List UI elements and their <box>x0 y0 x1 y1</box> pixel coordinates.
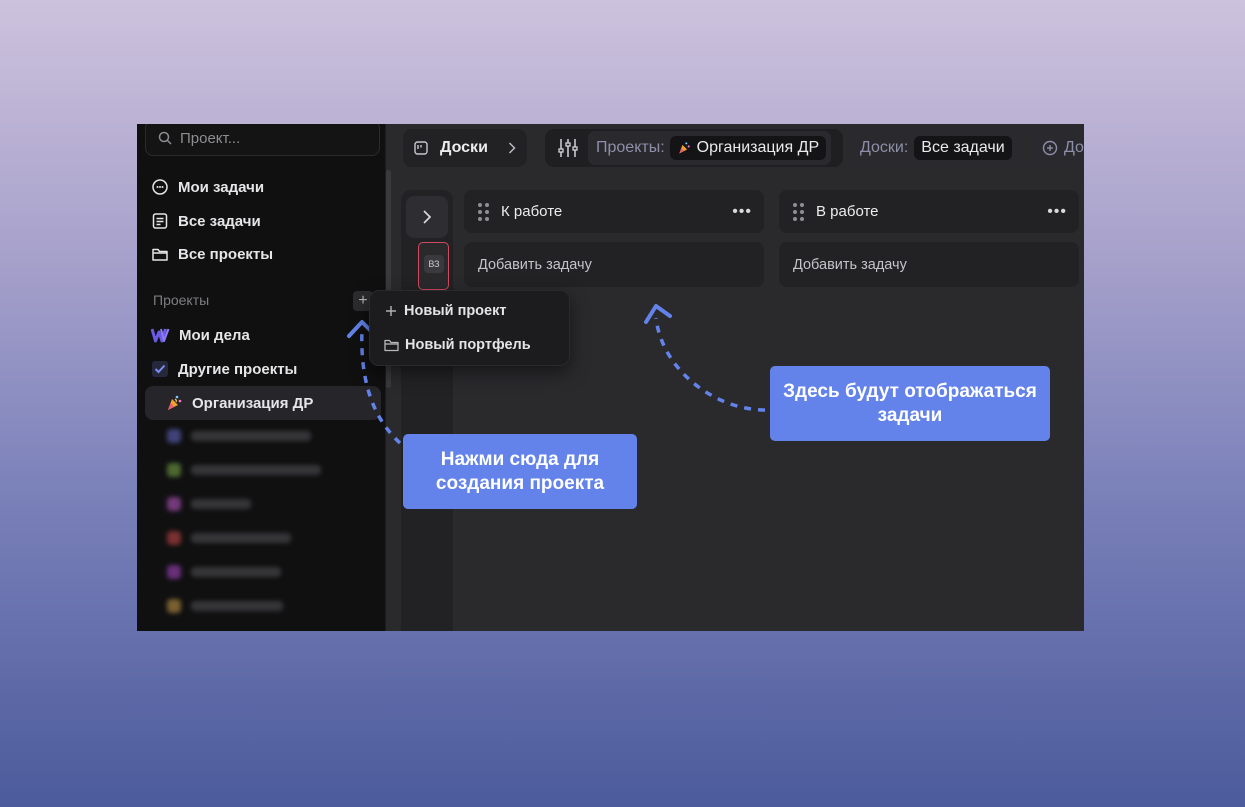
party-icon <box>678 142 690 154</box>
callout-tasks-here: Здесь будут отображаться задачи <box>770 366 1050 441</box>
filter-sliders-icon <box>558 139 578 157</box>
project-birthday[interactable]: Организация ДР <box>165 390 313 416</box>
project-other[interactable]: Другие проекты <box>151 356 297 382</box>
column-title: В работе <box>816 203 879 220</box>
plus-icon <box>386 306 396 316</box>
projects-section-label: Проекты <box>153 292 210 308</box>
chevron-right-icon <box>508 142 516 154</box>
add-task-button[interactable]: Добавить задачу <box>779 242 1079 287</box>
nav-my-tasks-label: Мои задачи <box>178 178 265 196</box>
menu-item-new-portfolio[interactable]: Новый портфель <box>384 334 531 356</box>
plus-circle-icon <box>1042 140 1058 156</box>
column-title: К работе <box>501 203 563 220</box>
nav-all-tasks-label: Все задачи <box>178 212 261 230</box>
nav-all-tasks[interactable]: Все задачи <box>151 208 261 234</box>
add-filter-label: До <box>1064 139 1084 156</box>
projects-filter-chip[interactable]: Проекты: Организация ДР <box>588 131 832 165</box>
projects-filter-value: Организация ДР <box>669 136 827 160</box>
nav-all-projects-label: Все проекты <box>178 245 274 263</box>
callout-create-project: Нажми сюда для создания проекта <box>403 434 637 509</box>
blurred-project-row <box>167 565 281 579</box>
add-filter-button[interactable]: До <box>1031 129 1084 167</box>
menu-item-new-project[interactable]: Новый проект <box>384 300 506 322</box>
boards-filter[interactable]: Доски: Все задачи <box>851 129 1023 167</box>
folder-icon <box>152 248 168 261</box>
avatar-initials: ВЗ <box>424 255 444 273</box>
boards-button-label: Доски <box>440 139 488 156</box>
folder-icon <box>384 339 399 352</box>
boards-button[interactable]: Доски <box>403 129 527 167</box>
search-icon <box>158 131 172 145</box>
menu-item-label: Новый портфель <box>405 337 531 353</box>
expand-panel-button[interactable] <box>406 196 448 238</box>
project-my-affairs[interactable]: Мои дела <box>151 322 250 348</box>
nav-my-tasks[interactable]: Мои задачи <box>151 174 264 200</box>
project-other-label: Другие проекты <box>178 360 298 378</box>
assignee-avatar[interactable]: ВЗ <box>418 242 449 290</box>
projects-filter-value-text: Организация ДР <box>696 139 820 156</box>
project-my-affairs-label: Мои дела <box>179 326 250 344</box>
menu-item-label: Новый проект <box>404 303 507 319</box>
column-header-in-progress[interactable]: В работе ••• <box>779 190 1079 233</box>
my-tasks-icon <box>152 179 168 195</box>
boards-filter-value: Все задачи <box>914 136 1012 160</box>
add-task-button[interactable]: Добавить задачу <box>464 242 764 287</box>
drag-handle-icon[interactable] <box>793 202 804 221</box>
add-menu-dropdown: Новый проект Новый портфель <box>369 290 570 366</box>
drag-handle-icon[interactable] <box>478 202 489 221</box>
party-icon <box>168 395 182 410</box>
nav-all-projects[interactable]: Все проекты <box>151 241 273 267</box>
more-options-icon[interactable]: ••• <box>1047 203 1067 221</box>
blurred-project-row <box>167 429 311 443</box>
column-header-todo[interactable]: К работе ••• <box>464 190 764 233</box>
project-birthday-label: Организация ДР <box>192 394 314 412</box>
checkbox-icon <box>152 361 168 377</box>
workspace-logo-icon <box>151 328 170 343</box>
blurred-project-row <box>167 599 283 613</box>
more-options-icon[interactable]: ••• <box>732 203 752 221</box>
search-field[interactable]: Проект... <box>145 124 380 156</box>
search-placeholder: Проект... <box>180 129 241 147</box>
boards-filter-label: Доски: <box>860 139 909 156</box>
board-icon <box>414 141 428 155</box>
blurred-project-row <box>167 497 251 511</box>
all-tasks-icon <box>152 213 168 229</box>
chevron-right-icon <box>423 210 432 224</box>
projects-filter-label: Проекты: <box>596 139 665 156</box>
projects-filter[interactable]: Проекты: Организация ДР <box>545 129 843 167</box>
blurred-project-row <box>167 463 321 477</box>
blurred-project-row <box>167 531 291 545</box>
sidebar: Проект... Мои задачи Все задачи Все прое… <box>137 124 386 631</box>
